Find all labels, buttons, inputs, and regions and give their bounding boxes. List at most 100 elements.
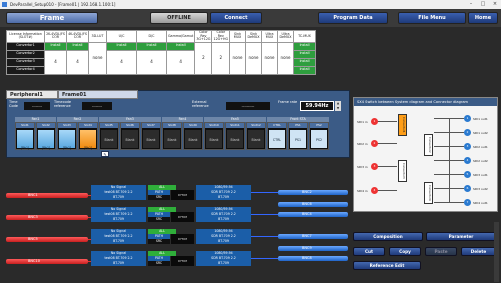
slot-card[interactable]: Slot5 Blank <box>99 122 119 150</box>
slot-body: [Pb1] <box>59 130 75 150</box>
license-cell: Install <box>293 65 317 75</box>
cut-button[interactable]: Cut <box>353 247 385 256</box>
output-node[interactable]: 5 <box>464 171 471 178</box>
input-label: SDI2 in <box>357 142 368 146</box>
output-node[interactable]: 4 <box>464 157 471 164</box>
slot-body: [Pb1] <box>17 130 33 150</box>
paste-button[interactable]: Paste <box>425 247 457 256</box>
slot-card[interactable]: Slot7 Blank <box>141 122 161 150</box>
output-node[interactable]: 7 <box>464 199 471 206</box>
convertor-box[interactable]: Convertor4 <box>424 182 433 204</box>
output-node[interactable]: 1 <box>464 115 471 122</box>
parameter-button[interactable]: Parameter <box>426 232 496 241</box>
frame-button[interactable]: Frame <box>6 12 98 24</box>
input-node[interactable]: 2 <box>371 140 378 147</box>
input-source: BT.709 <box>91 217 146 222</box>
slot-body: Blank <box>206 130 222 148</box>
slot-card[interactable]: Slot12 Blank <box>246 122 266 150</box>
output-node[interactable]: 3 <box>464 143 471 150</box>
input-node[interactable]: 1 <box>371 118 378 125</box>
output-wire <box>251 258 279 259</box>
output-label: SDI1 out2 <box>473 131 488 135</box>
slot-header: PS1 <box>289 123 307 128</box>
output-bnc-tag[interactable]: BNC9 <box>278 246 348 251</box>
slot-card[interactable]: CTRL CTRL <box>267 122 287 150</box>
maximize-icon[interactable]: □ <box>477 0 489 9</box>
output-node[interactable]: 2 <box>464 129 471 136</box>
file-menu-button[interactable]: File Menu <box>398 12 466 24</box>
connector-line <box>377 143 397 144</box>
license-header-row: License Information (SLOT#) 2K-4VDL/FS C… <box>6 30 317 43</box>
license-header-cell: 2K-4VDL/FS COR <box>44 30 67 43</box>
slot-card[interactable]: PS2 PS2 <box>309 122 329 150</box>
input-label: SDI4 in <box>357 189 368 193</box>
input-node[interactable]: 4 <box>371 187 378 194</box>
slot-card[interactable]: Slot3 [Pb1] <box>57 122 77 150</box>
slot-card[interactable]: PS1 PS1 <box>288 122 308 150</box>
slot-card[interactable]: Slot6 Blank <box>120 122 140 150</box>
slot-card[interactable]: Slot9 Blank <box>183 122 203 150</box>
slot-card[interactable]: Slot1 [Pb1] <box>15 122 35 150</box>
connector-line <box>377 166 397 167</box>
chevron-up-icon[interactable]: ▲ <box>337 101 339 105</box>
slot-card[interactable]: Slot8 Blank <box>162 122 182 150</box>
license-count: 2 <box>211 41 231 75</box>
input-label: SDI1 in <box>357 120 368 124</box>
output-wire <box>251 214 279 215</box>
convertor-box[interactable]: Convertor2 <box>424 134 433 156</box>
connector-line <box>434 202 464 203</box>
input-node[interactable]: 3 <box>371 163 378 170</box>
program-data-button[interactable]: Program Data <box>318 12 388 24</box>
vertical-scrollbar[interactable] <box>494 222 499 282</box>
home-button[interactable]: Home <box>468 12 498 24</box>
license-cell: Install <box>165 41 196 51</box>
license-row-label: Convertor2 <box>6 49 45 59</box>
slot-header: Slot1 <box>16 123 34 128</box>
signal-row[interactable]: BNC10 No Signal test08 BT.709 2.2 BT.709 ALL… <box>6 251 350 279</box>
slot-header: Slot11 <box>226 123 244 128</box>
slot-card-selected[interactable]: Slot4 [Pb1] <box>78 122 98 150</box>
tab-peripheral1[interactable]: Peripheral1 <box>6 90 58 99</box>
reference-edit-button[interactable]: Reference Edit <box>353 261 421 270</box>
output-node[interactable]: 6 <box>464 185 471 192</box>
input-bnc-tag[interactable]: BNC3 <box>6 215 88 220</box>
output-mode: SDR BT.709 2.2 <box>196 212 251 217</box>
composition-button[interactable]: Composition <box>353 232 423 241</box>
minimize-icon[interactable]: – <box>465 0 477 9</box>
convertor-box[interactable]: Convertor3 <box>398 160 407 182</box>
frame-rate-value[interactable]: 59.94Hz <box>300 101 334 111</box>
conversion-mode: DFMM <box>171 190 194 200</box>
conversion-mode: DFMM <box>171 234 194 244</box>
system-diagram-panel[interactable]: SX4 Switch between System diagram and Co… <box>353 97 498 212</box>
license-header-cell: Ultra DeMUX <box>277 30 295 43</box>
input-bnc-tag[interactable]: BNC10 <box>6 259 88 264</box>
tab-frame01[interactable]: Frame01 <box>58 90 138 99</box>
convertor-box[interactable]: Convertor1 <box>398 114 407 136</box>
input-bnc-tag[interactable]: BNC1 <box>6 193 88 198</box>
slot-header: PS2 <box>310 123 328 128</box>
license-header-cell: 3D-LUT <box>88 30 107 43</box>
chevron-down-icon[interactable]: ▼ <box>337 106 339 110</box>
output-bnc-tag[interactable]: BNC2 <box>278 190 348 195</box>
timecode-reference-value: -------- <box>82 102 112 110</box>
slot-card[interactable]: Slot2 [Pb1] <box>36 122 56 150</box>
offline-button[interactable]: OFFLINE <box>150 12 208 24</box>
slot-card[interactable]: Slot10 Blank <box>204 122 224 150</box>
peripheral-tabs: Peripheral1 Frame01 <box>6 90 138 99</box>
slot-body: CTRL <box>269 130 285 148</box>
copy-button[interactable]: Copy <box>389 247 421 256</box>
delete-button[interactable]: Delete <box>461 247 496 256</box>
output-label: SDI3 out2 <box>473 187 488 191</box>
connect-button[interactable]: Connect <box>210 12 262 24</box>
output-bnc-tag[interactable]: BNC8 <box>278 256 348 261</box>
close-icon[interactable]: × <box>489 0 501 9</box>
output-bnc-tag[interactable]: BNC6 <box>278 202 348 207</box>
output-bnc-tag[interactable]: BNC7 <box>278 234 348 239</box>
output-bnc-tag[interactable]: BNC4 <box>278 212 348 217</box>
edit-icon[interactable]: ✎ <box>101 151 109 157</box>
time-code-value: -------- <box>24 102 50 110</box>
input-bnc-tag[interactable]: BNC5 <box>6 237 88 242</box>
frame-rate-spinner[interactable]: ▲ ▼ <box>335 101 341 111</box>
slot-card[interactable]: Slot11 Blank <box>225 122 245 150</box>
output-label: SDI2 out2 <box>473 159 488 163</box>
